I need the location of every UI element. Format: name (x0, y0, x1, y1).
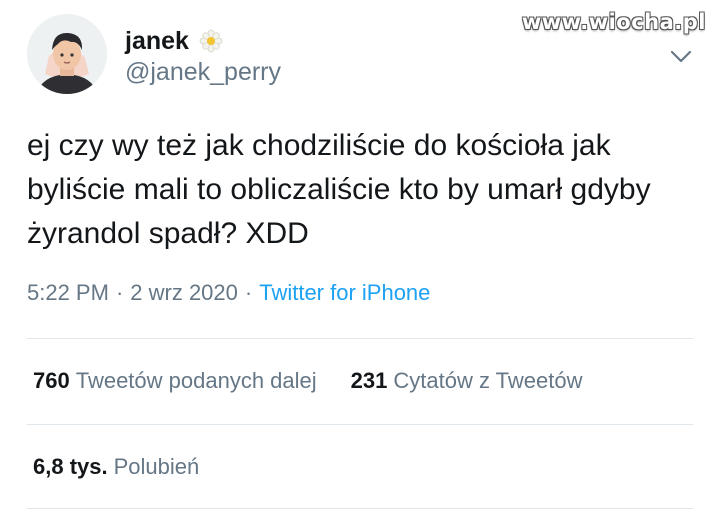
quotes-stat[interactable]: 231 Cytatów z Tweetów (351, 368, 583, 394)
tweet-time[interactable]: 5:22 PM (27, 280, 109, 305)
divider (27, 338, 693, 339)
meta-separator: · (244, 280, 253, 305)
watermark: www.wiocha.pl (521, 10, 706, 34)
quotes-count: 231 (350, 368, 388, 393)
likes-label: Polubień (113, 454, 200, 479)
author-handle[interactable]: @janek_perry (125, 58, 281, 87)
likes-count: 6,8 tys. (33, 454, 108, 479)
tweet-card: janek @janek_perry www.wiocha.pl ej czy … (0, 0, 720, 512)
chevron-down-icon[interactable] (670, 50, 692, 64)
divider (27, 508, 693, 509)
stats-row: 760 Tweetów podanych dalej 231 Cytatów z Tw… (33, 368, 583, 394)
tweet-text: ej czy wy też jak chodziliście do kościo… (27, 129, 651, 250)
tweet-source-link[interactable]: Twitter for iPhone (259, 280, 430, 305)
display-name[interactable]: janek (125, 27, 189, 56)
likes-stat[interactable]: 6,8 tys. Polubień (33, 454, 199, 480)
avatar[interactable] (27, 14, 107, 94)
retweets-count: 760 (33, 368, 70, 393)
author-row: janek (125, 24, 223, 58)
quotes-label: Cytatów z Tweetów (393, 368, 583, 393)
tweet-meta: 5:22 PM · 2 wrz 2020 · Twitter for iPhone (27, 280, 430, 306)
likes-row: 6,8 tys. Polubień (33, 454, 199, 480)
tweet-date[interactable]: 2 wrz 2020 (130, 280, 238, 305)
divider (27, 424, 693, 425)
flower-icon (199, 29, 223, 53)
meta-separator: · (115, 280, 124, 305)
retweets-stat[interactable]: 760 Tweetów podanych dalej (33, 368, 317, 394)
retweets-label: Tweetów podanych dalej (75, 368, 317, 393)
